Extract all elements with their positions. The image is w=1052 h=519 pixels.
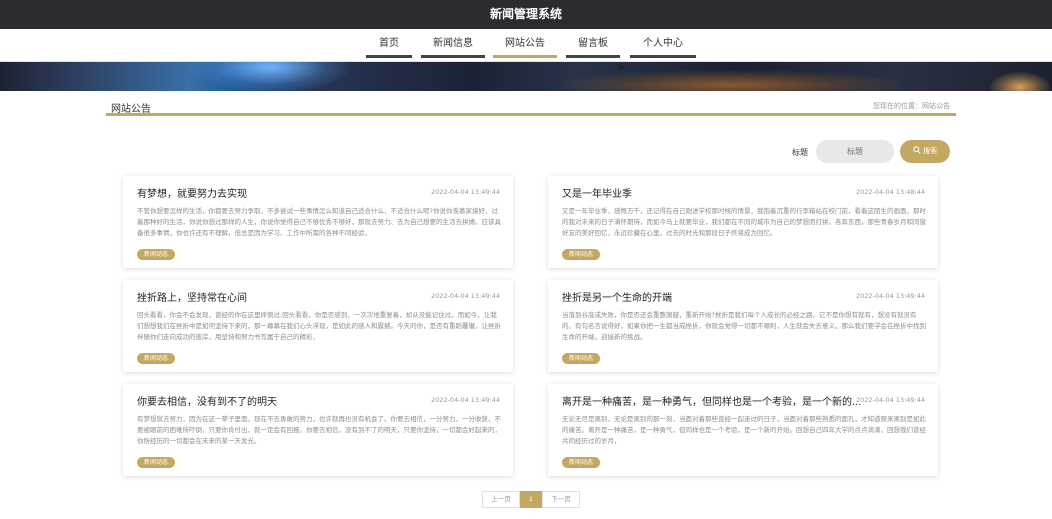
card-date: 2022-04-04 13:49:44 [855, 292, 925, 300]
card-date: 2022-04-04 13:49:44 [430, 396, 500, 404]
search-label: 标题 [792, 148, 808, 157]
banner-image [0, 62, 1052, 91]
card-title[interactable]: 你要去相信，没有到不了的明天 [137, 393, 437, 408]
announcement-card[interactable]: 又是一年毕业季 2022-04-04 13:48:44 又是一年毕业季，感慨万千… [548, 176, 938, 268]
search-button[interactable]: 搜索 [900, 140, 950, 163]
card-title[interactable]: 挫折是另一个生命的开端 [562, 289, 862, 304]
nav-label: 个人中心 [643, 38, 683, 49]
nav-underline [421, 55, 485, 58]
page-number-button[interactable]: 1 [520, 491, 542, 508]
announcement-card[interactable]: 挫折是另一个生命的开端 2022-04-04 13:49:44 当落到谷底或失败… [548, 280, 938, 372]
next-page-button[interactable]: 下一页 [542, 491, 580, 508]
section-title: 网站公告 [111, 104, 151, 115]
nav-underline [493, 55, 557, 58]
nav-item-announcements[interactable]: 网站公告 [493, 29, 557, 61]
nav-item-news[interactable]: 新闻信息 [421, 29, 485, 61]
card-date: 2022-04-04 13:49:44 [855, 396, 925, 404]
card-tag[interactable]: 新闻动态 [562, 249, 600, 260]
search-input[interactable] [816, 140, 894, 163]
card-date: 2022-04-04 13:49:44 [430, 292, 500, 300]
card-summary: 无论无尽是离别，无论是离别的那一刻，当面对着那些曾经一起走过的日子，当面对着那些… [562, 415, 926, 445]
card-tag[interactable]: 新闻动态 [137, 249, 175, 260]
nav-label: 网站公告 [505, 38, 545, 49]
card-tag[interactable]: 新闻动态 [562, 353, 600, 364]
card-summary: 又是一年毕业季，感慨万千，还记得在自己刚进学校那时候的情景，我抱着沉重的行李箱站… [562, 207, 926, 237]
nav-underline [366, 55, 412, 58]
card-tag[interactable]: 新闻动态 [137, 353, 175, 364]
card-date: 2022-04-04 13:49:44 [430, 188, 500, 196]
card-summary: 回头看看，你会不会发现，曾经的你在这里摔倒过;回头看看，你是否感到，一次次地重复… [137, 311, 501, 341]
card-title[interactable]: 有梦想，就要努力去实现 [137, 185, 437, 200]
card-summary: 当落到谷底或失败，你是否还会重整旗鼓，重新开始?挫折是我们每个人成长的必经之路，… [562, 311, 926, 341]
app-header: 新闻管理系统 [0, 0, 1052, 29]
nav-label: 留言板 [578, 38, 608, 49]
nav-label: 新闻信息 [433, 38, 473, 49]
announcement-card[interactable]: 你要去相信，没有到不了的明天 2022-04-04 13:49:44 有梦想就去… [123, 384, 513, 476]
announcement-card[interactable]: 挫折路上，坚持常在心间 2022-04-04 13:49:44 回头看看，你会不… [123, 280, 513, 372]
announcement-card[interactable]: 离开是一种痛苦，是一种勇气，但同样也是一个考验，是一个新的... 2022-04… [548, 384, 938, 476]
card-tag[interactable]: 新闻动态 [137, 457, 175, 468]
breadcrumb-current: 网站公告 [922, 102, 950, 110]
nav-label: 首页 [379, 38, 399, 49]
card-title[interactable]: 又是一年毕业季 [562, 185, 862, 200]
search-icon [913, 146, 921, 154]
nav-underline [566, 55, 620, 58]
announcement-card[interactable]: 有梦想，就要努力去实现 2022-04-04 13:49:44 不管你想要怎样的… [123, 176, 513, 268]
app-title: 新闻管理系统 [489, 7, 562, 21]
card-tag[interactable]: 新闻动态 [562, 457, 600, 468]
card-date: 2022-04-04 13:48:44 [855, 188, 925, 196]
prev-page-button[interactable]: 上一页 [482, 491, 520, 508]
card-title[interactable]: 离开是一种痛苦，是一种勇气，但同样也是一个考验，是一个新的... [562, 393, 862, 408]
card-summary: 有梦想就去努力，因为在这一辈子里面，现在不去勇敢的努力，也许就再也没有机会了。你… [137, 415, 501, 445]
breadcrumb: 您现在的位置：网站公告 [873, 101, 950, 111]
mouse-pointer-icon: ➤ [617, 62, 626, 73]
main-nav: 首页 新闻信息 网站公告 留言板 个人中心 [0, 29, 1052, 62]
nav-underline [630, 55, 696, 58]
section-header: 网站公告 您现在的位置：网站公告 [106, 99, 956, 116]
card-title[interactable]: 挫折路上，坚持常在心间 [137, 289, 437, 304]
nav-item-messages[interactable]: 留言板 [566, 29, 620, 61]
search-button-label: 搜索 [923, 147, 938, 155]
breadcrumb-label: 您现在的位置： [873, 102, 922, 110]
nav-item-home[interactable]: 首页 [366, 29, 412, 61]
nav-item-profile[interactable]: 个人中心 [630, 29, 696, 61]
card-summary: 不管你想要怎样的生活，你都要去努力争取，不多尝试一些事情怎么知道自己适合什么、不… [137, 207, 501, 237]
